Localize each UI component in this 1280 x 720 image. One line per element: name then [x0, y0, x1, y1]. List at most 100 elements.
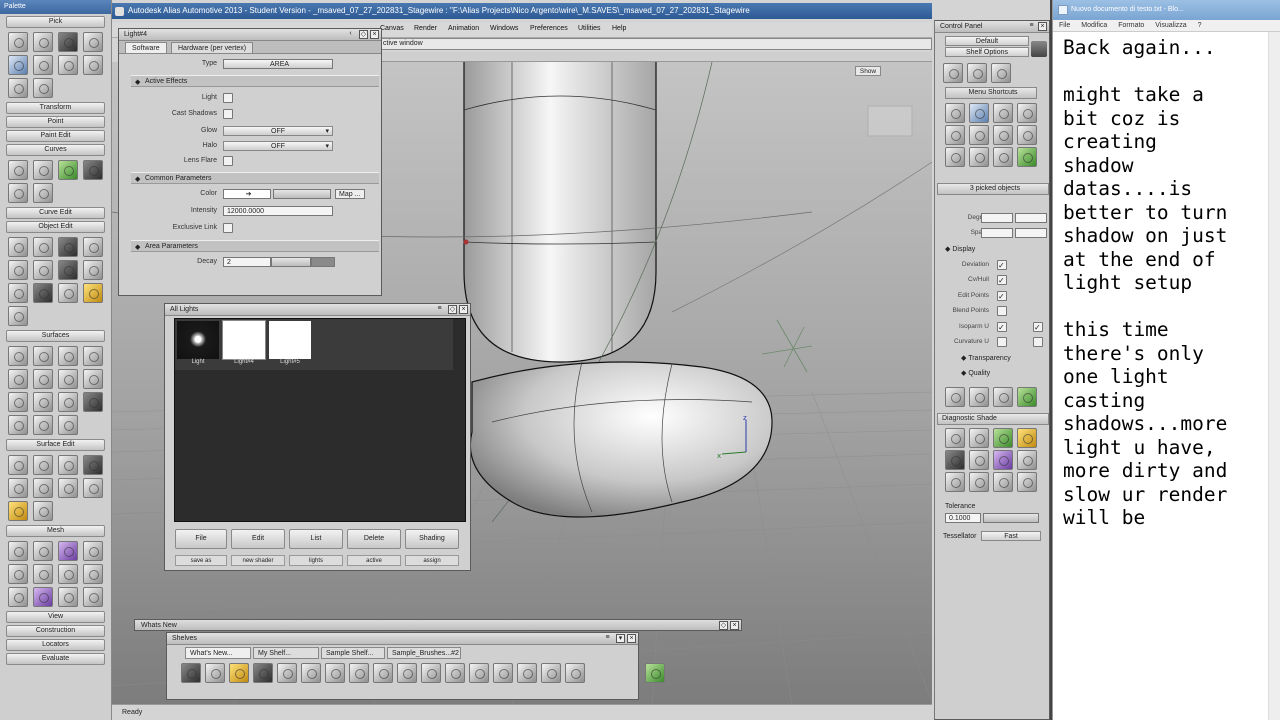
shading-button[interactable]: Shading: [405, 529, 459, 549]
glow-dropdown[interactable]: OFF: [223, 126, 333, 136]
menu-windows[interactable]: Windows: [490, 25, 518, 32]
quality-section[interactable]: ◆ Quality: [961, 369, 990, 377]
mesh-fill-icon[interactable]: [58, 564, 78, 584]
area-parameters-section[interactable]: ◆ Area Parameters: [131, 240, 379, 252]
shelf-options-dropdown[interactable]: Shelf Options: [945, 47, 1029, 57]
rail-icon[interactable]: [83, 346, 103, 366]
delete-button[interactable]: Delete: [347, 529, 401, 549]
mesh-combine-icon[interactable]: [33, 541, 53, 561]
grid-shortcut-icon[interactable]: [945, 103, 965, 123]
surface-shortcut-icon[interactable]: [1017, 125, 1037, 145]
mesh-section-icon[interactable]: [33, 587, 53, 607]
palette-section-locators[interactable]: Locators: [6, 639, 105, 651]
mesh-extract-icon[interactable]: [58, 587, 78, 607]
palette-section-paint-edit[interactable]: Paint Edit: [6, 130, 105, 142]
decay-slider-handle[interactable]: [311, 257, 335, 267]
flange-icon[interactable]: [58, 392, 78, 412]
shelf-intersect-icon[interactable]: [565, 663, 585, 683]
light-locator-icon[interactable]: [761, 319, 813, 373]
pick-cv-icon[interactable]: [8, 55, 28, 75]
decay-slider[interactable]: [271, 257, 311, 267]
palette-section-view[interactable]: View: [6, 611, 105, 623]
notepad-menu-file[interactable]: File: [1059, 22, 1070, 29]
pick-object-icon[interactable]: [8, 32, 28, 52]
shelf-align-icon[interactable]: [349, 663, 369, 683]
pick-template-icon[interactable]: [83, 32, 103, 52]
move-shortcut-icon[interactable]: [943, 63, 963, 83]
circle-icon[interactable]: [8, 160, 28, 180]
insert-icon[interactable]: [83, 237, 103, 257]
draft-icon[interactable]: [8, 415, 28, 435]
shelf-camera-icon[interactable]: [301, 663, 321, 683]
menu-animation[interactable]: Animation: [448, 25, 479, 32]
stitch-icon[interactable]: [8, 283, 28, 303]
pick-light-icon[interactable]: [8, 78, 28, 98]
shelf-project-icon[interactable]: [541, 663, 561, 683]
freeform-blend-icon[interactable]: [33, 392, 53, 412]
boolean-icon[interactable]: [33, 478, 53, 498]
keypoint-curve-icon[interactable]: [83, 160, 103, 180]
map-button[interactable]: Map ...: [335, 189, 365, 199]
shelf-tab-whats-new[interactable]: What's New...: [185, 647, 251, 659]
dropdown-icon[interactable]: ▾: [616, 634, 625, 643]
shell-stitch-icon[interactable]: [8, 478, 28, 498]
rotate-shortcut-icon[interactable]: [967, 63, 987, 83]
sphere-icon[interactable]: [8, 306, 28, 326]
attach-icon[interactable]: [33, 237, 53, 257]
spans-input[interactable]: [981, 228, 1013, 238]
curvature-v-checkbox[interactable]: [1033, 337, 1043, 347]
degree-input[interactable]: [981, 213, 1013, 223]
shelf-blend-icon[interactable]: [373, 663, 393, 683]
palette-section-transform[interactable]: Transform: [6, 102, 105, 114]
blend-curve-icon[interactable]: [58, 160, 78, 180]
trim-surface-icon[interactable]: [33, 455, 53, 475]
lights-button[interactable]: lights: [289, 555, 343, 566]
tolerance-slider[interactable]: [983, 513, 1039, 523]
lights-gallery[interactable]: Light Light#4 Light#5: [174, 318, 466, 522]
light4-thumbnail[interactable]: [222, 320, 266, 360]
tab-hardware[interactable]: Hardware (per vertex): [171, 42, 254, 53]
common-parameters-section[interactable]: ◆ Common Parameters: [131, 172, 379, 184]
snap-shortcut-icon[interactable]: [945, 147, 965, 167]
palette-section-curve-edit[interactable]: Curve Edit: [6, 207, 105, 219]
palette-section-pick[interactable]: Pick: [6, 16, 105, 28]
close-icon[interactable]: ×: [627, 634, 636, 643]
shade-multi-icon[interactable]: [969, 428, 989, 448]
mesh-cut-icon[interactable]: [8, 541, 28, 561]
shade-deviation-icon[interactable]: [993, 472, 1013, 492]
notepad-menu-help[interactable]: ?: [1198, 22, 1202, 29]
tab-software[interactable]: Software: [125, 42, 167, 53]
file-button[interactable]: File: [175, 529, 227, 549]
extrude-icon[interactable]: [58, 369, 78, 389]
multi-blend-icon[interactable]: [83, 369, 103, 389]
cylinder-shortcut-icon[interactable]: [969, 103, 989, 123]
show-button[interactable]: Show: [855, 66, 881, 76]
shade-cross-icon[interactable]: [1017, 450, 1037, 470]
shelf-render-icon[interactable]: [645, 663, 665, 683]
shelf-fillet-icon[interactable]: [445, 663, 465, 683]
pick-nothing-icon[interactable]: [83, 55, 103, 75]
shortcut-d-icon[interactable]: [1017, 387, 1037, 407]
shade-draft-icon[interactable]: [969, 472, 989, 492]
active-effects-section[interactable]: ◆ Active Effects: [131, 75, 379, 87]
shade-surface-eval-icon[interactable]: [993, 428, 1013, 448]
shortcut-c-icon[interactable]: [993, 387, 1013, 407]
shelf-trim-icon[interactable]: [493, 663, 513, 683]
blob-surface[interactable]: [470, 362, 772, 517]
close-icon[interactable]: ×: [1038, 22, 1047, 31]
blend-points-checkbox[interactable]: [997, 306, 1007, 316]
exclusive-link-checkbox[interactable]: [223, 223, 233, 233]
menu-help[interactable]: Help: [612, 25, 626, 32]
menu-lines-icon[interactable]: ≡: [435, 305, 444, 314]
trim-icon[interactable]: [33, 283, 53, 303]
deviation-checkbox[interactable]: ✓: [997, 260, 1007, 270]
text-icon[interactable]: [33, 183, 53, 203]
cast-shadows-checkbox[interactable]: [223, 109, 233, 119]
light-thumbnail[interactable]: [177, 321, 219, 359]
tolerance-input[interactable]: 0.1000: [945, 513, 981, 523]
isoparm-u-checkbox[interactable]: ✓: [997, 322, 1007, 332]
cv-curve-icon[interactable]: [33, 160, 53, 180]
sketch-curve-icon[interactable]: [8, 183, 28, 203]
palette-section-mesh[interactable]: Mesh: [6, 525, 105, 537]
curvature-u-checkbox[interactable]: [997, 337, 1007, 347]
